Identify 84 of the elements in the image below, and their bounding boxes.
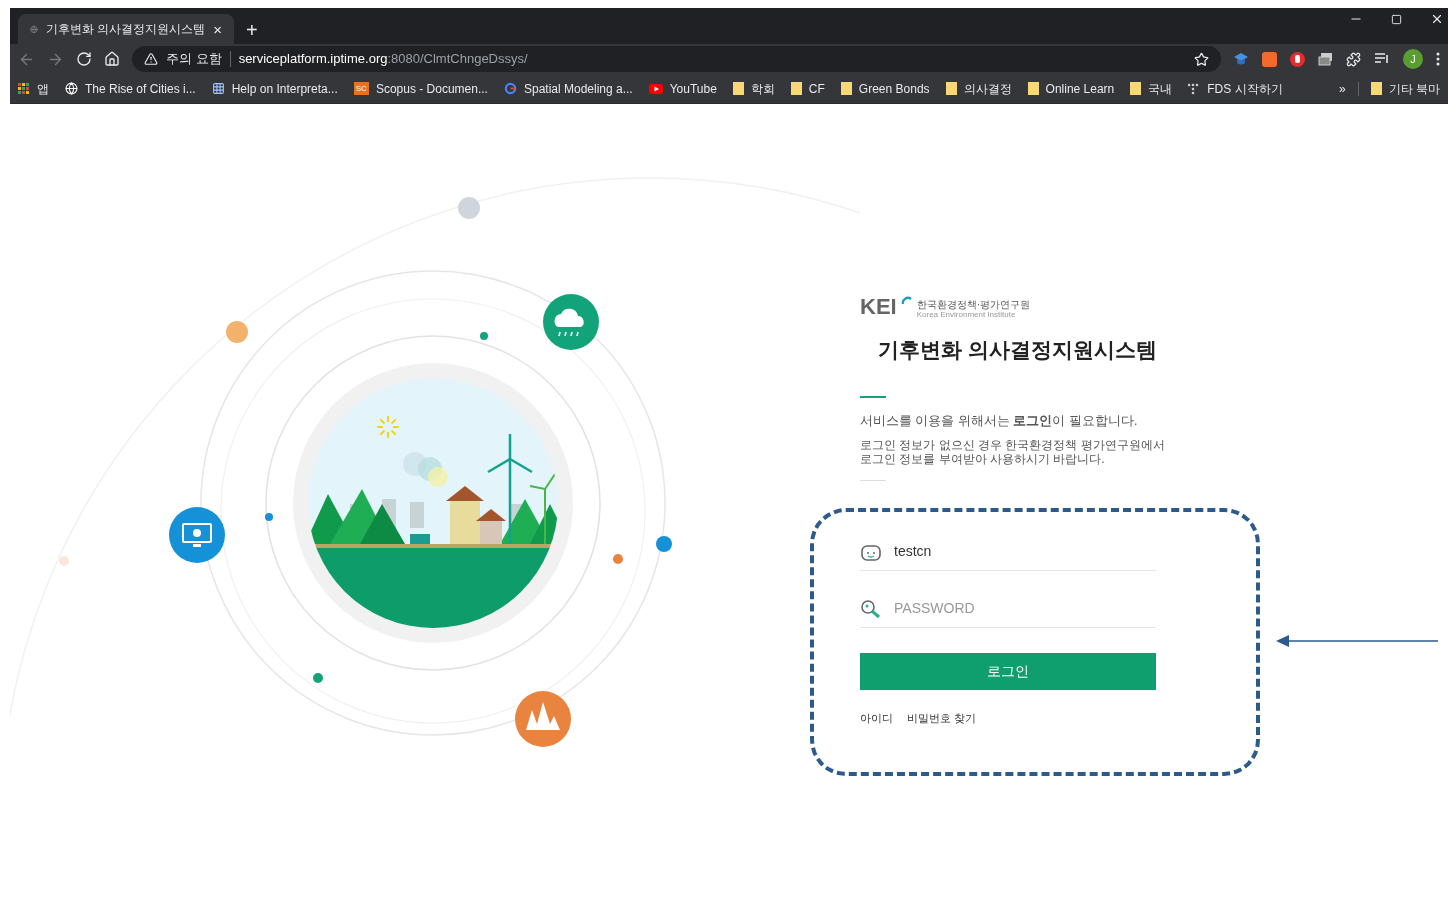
bookmark-label: 앱 [37, 80, 49, 98]
bookmark-label: 국내 [1148, 80, 1173, 98]
bookmark-label: Scopus - Documen... [375, 80, 488, 98]
tab-title: 기후변화 의사결정지원시스템 [45, 21, 206, 38]
windows-stack-icon[interactable] [1318, 52, 1333, 66]
dots-icon [1188, 82, 1201, 95]
logo-arc-icon [900, 296, 913, 306]
bookmark-item[interactable]: FDS 시작하기 [1188, 79, 1283, 98]
home-icon[interactable] [104, 51, 120, 67]
orbit-dot [313, 673, 323, 683]
close-icon[interactable]: × [213, 21, 222, 37]
bookmark-label: Online Learn [1045, 80, 1115, 98]
url-text: serviceplatform.iptime.org:8080/ClmtChngeDssys/ [238, 50, 529, 69]
bookmark-label: Spatial Modeling a... [523, 80, 633, 98]
extension-box-icon[interactable] [1262, 51, 1277, 67]
mountain-chart-icon [515, 691, 571, 747]
login-info-text: 로그인 정보가 없으신 경우 한국환경정책 평가연구원에서 로그인 정보를 부여받아 사용하시기 바랍니다. [860, 438, 1166, 467]
bookmark-item[interactable]: YouTube [648, 79, 717, 98]
folder-icon [840, 82, 852, 95]
graduation-cap-icon[interactable] [1233, 51, 1249, 67]
more-menu-icon[interactable] [1436, 52, 1440, 66]
folder-icon [790, 82, 802, 95]
orbit-dot [59, 556, 69, 566]
bookmark-item[interactable]: Spatial Modeling a... [503, 79, 633, 98]
play-icon [648, 83, 663, 94]
bookmark-item[interactable]: Help on Interpreta... [211, 79, 338, 98]
grid-icon [211, 82, 225, 95]
bookmark-label: Help on Interpreta... [231, 80, 338, 98]
orbit-dot [458, 197, 480, 219]
folder-icon [1370, 82, 1382, 95]
bookmark-item[interactable]: 앱 [18, 79, 49, 98]
bookmark-label: The Rise of Cities i... [85, 80, 196, 98]
bookmark-item[interactable]: 국내 [1130, 79, 1173, 98]
orbit-dot [613, 554, 623, 564]
bookmark-label: 기타 북마 [1388, 80, 1440, 98]
bookmark-item[interactable]: The Rise of Cities i... [65, 79, 196, 98]
bookmark-label: 학회 [750, 80, 775, 98]
bookmark-item[interactable]: CF [790, 79, 825, 98]
maximize-icon[interactable] [1391, 13, 1402, 25]
browser-tab[interactable]: 기후변화 의사결정지원시스템 × [18, 14, 234, 44]
reload-icon[interactable] [76, 51, 92, 67]
security-warning: 주의 요함 [166, 50, 222, 69]
monitor-gear-icon [169, 507, 225, 563]
bookmark-item[interactable]: 의사결정 [945, 79, 1012, 98]
institute-english-name: Korea Environment Institute [916, 310, 1017, 320]
system-title: 기후변화 의사결정지원시스템 [878, 337, 1157, 363]
google-g-icon [503, 82, 517, 95]
bookmark-label: 의사결정 [963, 80, 1012, 98]
bookmark-label: CF [808, 80, 825, 98]
bookmark-label: Green Bonds [858, 80, 930, 98]
logo-text: KEI [860, 296, 897, 318]
close-icon[interactable] [1430, 12, 1444, 26]
bookmark-label: FDS 시작하기 [1207, 80, 1283, 98]
account-link[interactable]: 비밀번호 찾기 [907, 710, 977, 727]
warning-icon [144, 52, 158, 66]
folder-icon [1027, 82, 1039, 95]
id-field[interactable]: testcn [894, 541, 1156, 563]
orbit-dot [480, 332, 488, 340]
rain-cloud-icon [543, 294, 599, 350]
orbit-dot [226, 321, 248, 343]
apps-grid-icon [18, 82, 30, 95]
scopus-icon: SC [353, 82, 369, 95]
bookmark-overflow[interactable]: » [1338, 79, 1346, 98]
folder-icon [1130, 82, 1142, 95]
playlist-icon[interactable] [1374, 52, 1390, 66]
star-icon[interactable] [1194, 51, 1209, 67]
bookmark-item[interactable]: Online Learn [1027, 79, 1115, 98]
folder-icon [945, 82, 957, 95]
bookmark-item[interactable]: Green Bonds [840, 79, 930, 98]
globe-icon [65, 82, 78, 95]
folder-icon [732, 82, 744, 95]
orbit-dot [265, 513, 273, 521]
other-bookmarks[interactable]: 기타 북마 [1370, 79, 1440, 98]
institute-name: 한국환경정책·평가연구원 [916, 300, 1031, 310]
new-tab-button[interactable]: + [246, 20, 258, 40]
password-field[interactable]: PASSWORD [894, 598, 1156, 620]
bookmark-label: YouTube [669, 80, 717, 98]
address-bar[interactable]: 주의 요함 serviceplatform.iptime.org:8080/ClmtChngeDssys/ [132, 46, 1221, 72]
login-notice: 서비스를 이용을 위해서는 로그인이 필요합니다. [860, 412, 1139, 430]
account-link[interactable]: 아이디 [860, 710, 893, 727]
puzzle-icon[interactable] [1346, 51, 1361, 67]
bookmark-item[interactable]: SC Scopus - Documen... [353, 79, 488, 98]
orbit-dot [656, 536, 672, 552]
bookmark-item[interactable]: 학회 [732, 79, 775, 98]
